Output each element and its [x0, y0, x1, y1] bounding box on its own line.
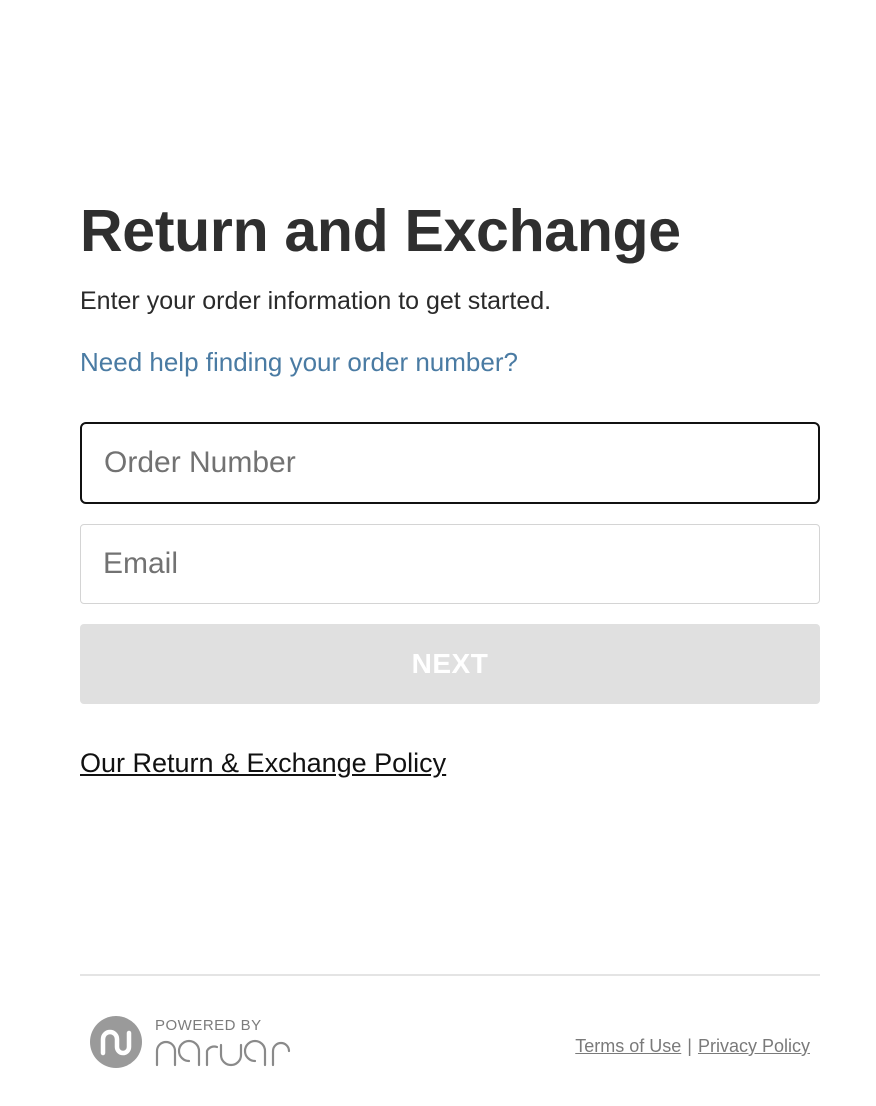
footer-divider [80, 974, 820, 976]
main-content: Return and Exchange Enter your order inf… [80, 196, 820, 779]
next-button[interactable]: NEXT [80, 624, 820, 704]
order-number-input[interactable] [80, 422, 820, 504]
return-exchange-page: Return and Exchange Enter your order inf… [0, 0, 876, 1106]
page-subtitle: Enter your order information to get star… [80, 287, 552, 315]
powered-by-narvar: POWERED BY narvar [90, 1016, 295, 1068]
order-number-help-link[interactable]: Need help finding your order number? [80, 346, 518, 378]
narvar-logo-icon [90, 1016, 142, 1068]
footer-links: Terms of Use | Privacy Policy [575, 1036, 810, 1057]
email-input[interactable] [80, 524, 820, 604]
narvar-wordmark: narvar [155, 1039, 291, 1067]
page-title: Return and Exchange [80, 198, 681, 264]
terms-of-use-link[interactable]: Terms of Use [575, 1036, 681, 1057]
footer-separator: | [687, 1036, 692, 1056]
privacy-policy-link[interactable]: Privacy Policy [698, 1036, 810, 1057]
return-exchange-policy-link[interactable]: Our Return & Exchange Policy [80, 748, 446, 779]
powered-by-label: POWERED BY [155, 1017, 262, 1034]
